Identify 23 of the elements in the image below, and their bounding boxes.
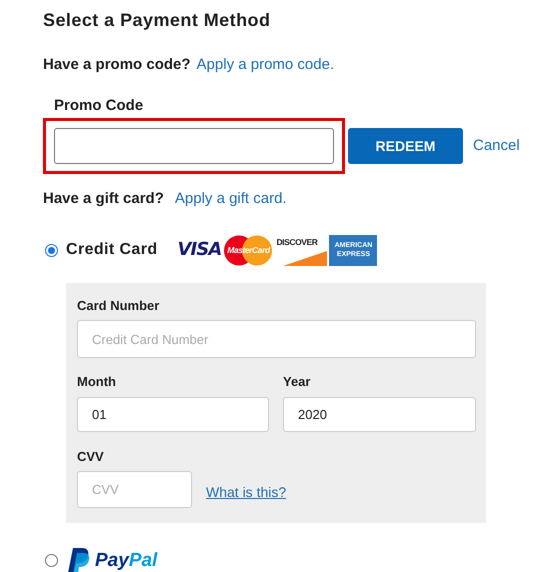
cvv-help-link[interactable]: What is this? xyxy=(206,482,286,503)
month-label: Month xyxy=(77,373,117,391)
radio-button[interactable] xyxy=(45,554,58,568)
cvv-field[interactable]: CVV xyxy=(77,471,192,508)
radio-button[interactable] xyxy=(45,244,58,256)
credit-card-label: Credit Card xyxy=(66,240,158,260)
cvv-label: CVV xyxy=(77,448,105,466)
card-number-label: Card Number xyxy=(77,296,160,314)
year-field[interactable]: 2020 xyxy=(283,396,476,432)
promo-code-field[interactable] xyxy=(54,128,334,164)
promo-question: Have a promo code? xyxy=(43,55,191,75)
paypal-logo: PayPal xyxy=(68,546,158,572)
promo-link[interactable]: Apply a promo code. xyxy=(196,54,334,76)
visa-logo: VISA xyxy=(178,241,222,259)
redeem-button[interactable]: REDEEM xyxy=(348,128,463,164)
year-label: Year xyxy=(283,373,312,391)
gift-card-question: Have a gift card? xyxy=(43,189,164,209)
cancel-link[interactable]: Cancel xyxy=(473,134,520,158)
page-title: Select a Payment Method xyxy=(43,9,272,32)
card-number-field[interactable]: Credit Card Number xyxy=(77,320,476,358)
promo-code-label: Promo Code xyxy=(54,96,144,116)
month-field[interactable]: 01 xyxy=(77,396,269,432)
gift-card-link[interactable]: Apply a gift card. xyxy=(174,188,287,210)
